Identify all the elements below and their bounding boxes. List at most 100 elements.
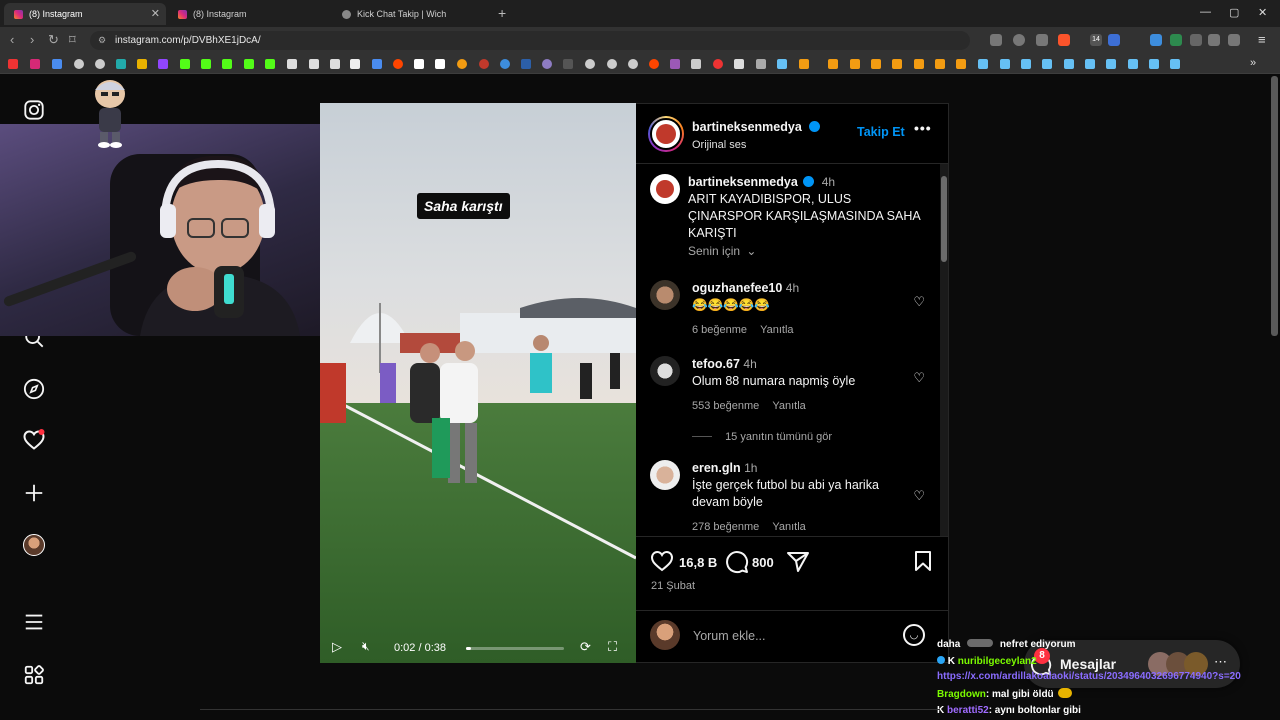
folder-icon[interactable] <box>756 59 766 69</box>
comment-likes[interactable]: 6 beğenme <box>692 324 747 336</box>
minimize-icon[interactable]: — <box>1200 6 1211 18</box>
reply-button[interactable]: Yanıtla <box>772 400 805 412</box>
bookmark-icon[interactable] <box>935 59 945 69</box>
tab-instagram[interactable]: (8) Instagram <box>168 3 330 25</box>
commenter-avatar[interactable] <box>650 280 680 310</box>
for-you-dropdown[interactable]: Senin için ⌄ <box>688 244 756 258</box>
url-field[interactable]: ⚙ instagram.com/p/DVBhXE1jDcA/ <box>90 31 970 50</box>
steam-bookmark-icon[interactable] <box>1128 59 1138 69</box>
bookmark-icon[interactable] <box>670 59 680 69</box>
steam-bookmark-icon[interactable] <box>978 59 988 69</box>
play-icon[interactable]: ▷ <box>332 639 342 655</box>
more-options-icon[interactable]: ••• <box>914 120 932 136</box>
chat-link[interactable]: https://x.com/ardillakoalaoki/status/203… <box>937 671 1241 682</box>
save-button[interactable] <box>913 550 933 577</box>
tab-kick-chat[interactable]: Kick Chat Takip | Wich <box>332 3 494 25</box>
author-username[interactable]: bartineksenmedya <box>692 120 802 134</box>
video-progress-track[interactable] <box>466 647 564 650</box>
explore-icon[interactable] <box>22 377 46 401</box>
caption-avatar[interactable] <box>650 174 680 204</box>
kick-bookmark-icon[interactable] <box>180 59 190 69</box>
comments-scrollbar[interactable] <box>940 164 948 536</box>
bookmark-icon[interactable] <box>585 59 595 69</box>
bookmark-icon[interactable] <box>828 59 838 69</box>
like-comment-icon[interactable]: ♡ <box>913 488 925 504</box>
emoji-icon[interactable]: ◡ <box>903 624 925 646</box>
site-info-icon[interactable]: ⚙ <box>98 31 106 50</box>
cast-icon[interactable] <box>990 34 1002 46</box>
profile-avatar-icon[interactable] <box>22 533 46 557</box>
reply-button[interactable]: Yanıtla <box>760 324 793 336</box>
tab-instagram-active[interactable]: (8) Instagram ✕ <box>4 3 166 25</box>
speed-icon[interactable]: ⟳ <box>580 639 591 655</box>
bookmark-icon[interactable] <box>116 59 126 69</box>
bookmark-icon[interactable] <box>95 59 105 69</box>
zoom-icon[interactable] <box>1013 34 1025 46</box>
fullscreen-icon[interactable]: ⛶ <box>608 639 617 655</box>
like-comment-icon[interactable]: ♡ <box>913 370 925 386</box>
commenter-avatar[interactable] <box>650 356 680 386</box>
bookmark-icon[interactable] <box>52 59 62 69</box>
extension-icon[interactable] <box>1108 34 1120 46</box>
new-tab-icon[interactable]: + <box>498 5 506 21</box>
bookmark-icon[interactable] <box>158 59 168 69</box>
notifications-heart-icon[interactable] <box>22 428 46 452</box>
steam-bookmark-icon[interactable] <box>777 59 787 69</box>
like-button[interactable] <box>650 550 674 577</box>
comment-username[interactable]: tefoo.67 <box>692 357 740 371</box>
apps-grid-icon[interactable] <box>22 663 46 687</box>
author-avatar[interactable] <box>648 116 684 152</box>
more-bookmarks-icon[interactable]: » <box>1250 57 1256 69</box>
comment-likes[interactable]: 553 beğenme <box>692 400 759 412</box>
comment-button[interactable] <box>725 550 749 579</box>
bookmark-icon[interactable] <box>649 59 659 69</box>
like-comment-icon[interactable]: ♡ <box>913 294 925 310</box>
bookmark-icon[interactable] <box>713 59 723 69</box>
steam-bookmark-icon[interactable] <box>1085 59 1095 69</box>
share-button[interactable] <box>786 551 810 578</box>
page-scrollbar-thumb[interactable] <box>1271 76 1278 336</box>
steam-bookmark-icon[interactable] <box>1106 59 1116 69</box>
steam-bookmark-icon[interactable] <box>1000 59 1010 69</box>
bookmark-icon[interactable] <box>734 59 744 69</box>
comment-likes[interactable]: 278 beğenme <box>692 521 759 533</box>
extension-icon[interactable] <box>1190 34 1202 46</box>
comment-username[interactable]: eren.gln <box>692 461 741 475</box>
more-dots-icon[interactable]: ⋯ <box>1214 654 1227 670</box>
reload-icon[interactable]: ↻ <box>48 32 59 48</box>
bookmark-icon[interactable] <box>30 59 40 69</box>
bookmark-icon[interactable] <box>892 59 902 69</box>
bookmark-icon[interactable] <box>265 59 275 69</box>
bookmark-icon[interactable] <box>137 59 147 69</box>
more-menu-icon[interactable] <box>22 610 46 634</box>
x-bookmark-icon[interactable] <box>350 59 360 69</box>
amazon-bookmark-icon[interactable] <box>435 59 445 69</box>
share-icon[interactable] <box>1036 34 1048 46</box>
commenter-avatar[interactable] <box>650 460 680 490</box>
scrollbar-thumb[interactable] <box>941 176 947 262</box>
bookmark-icon[interactable] <box>542 59 552 69</box>
menu-icon[interactable]: ≡ <box>1258 32 1266 47</box>
bookmark-icon[interactable] <box>871 59 881 69</box>
comments-count[interactable]: 800 <box>752 555 774 570</box>
extension-badge-icon[interactable]: 14 <box>1090 34 1102 46</box>
bookmark-icon[interactable] <box>691 59 701 69</box>
bookmark-icon[interactable] <box>309 59 319 69</box>
add-comment-input[interactable]: Yorum ekle... <box>693 629 766 643</box>
kick-bookmark-icon[interactable] <box>201 59 211 69</box>
bookmark-page-icon[interactable]: ⌑ <box>69 32 76 48</box>
bookmark-icon[interactable] <box>914 59 924 69</box>
bookmark-icon[interactable] <box>74 59 84 69</box>
create-plus-icon[interactable] <box>22 481 46 505</box>
close-tab-icon[interactable]: ✕ <box>151 7 160 20</box>
bookmark-icon[interactable] <box>372 59 382 69</box>
likes-count[interactable]: 16,8 B <box>679 555 717 570</box>
steam-bookmark-icon[interactable] <box>1149 59 1159 69</box>
view-replies-link[interactable]: 15 yanıtın tümünü gör <box>692 431 832 443</box>
bookmark-icon[interactable] <box>799 59 809 69</box>
bookmark-icon[interactable] <box>479 59 489 69</box>
bookmark-icon[interactable] <box>607 59 617 69</box>
reddit-bookmark-icon[interactable] <box>393 59 403 69</box>
sidebar-toggle-icon[interactable] <box>1228 34 1240 46</box>
kick-bookmark-icon[interactable] <box>222 59 232 69</box>
